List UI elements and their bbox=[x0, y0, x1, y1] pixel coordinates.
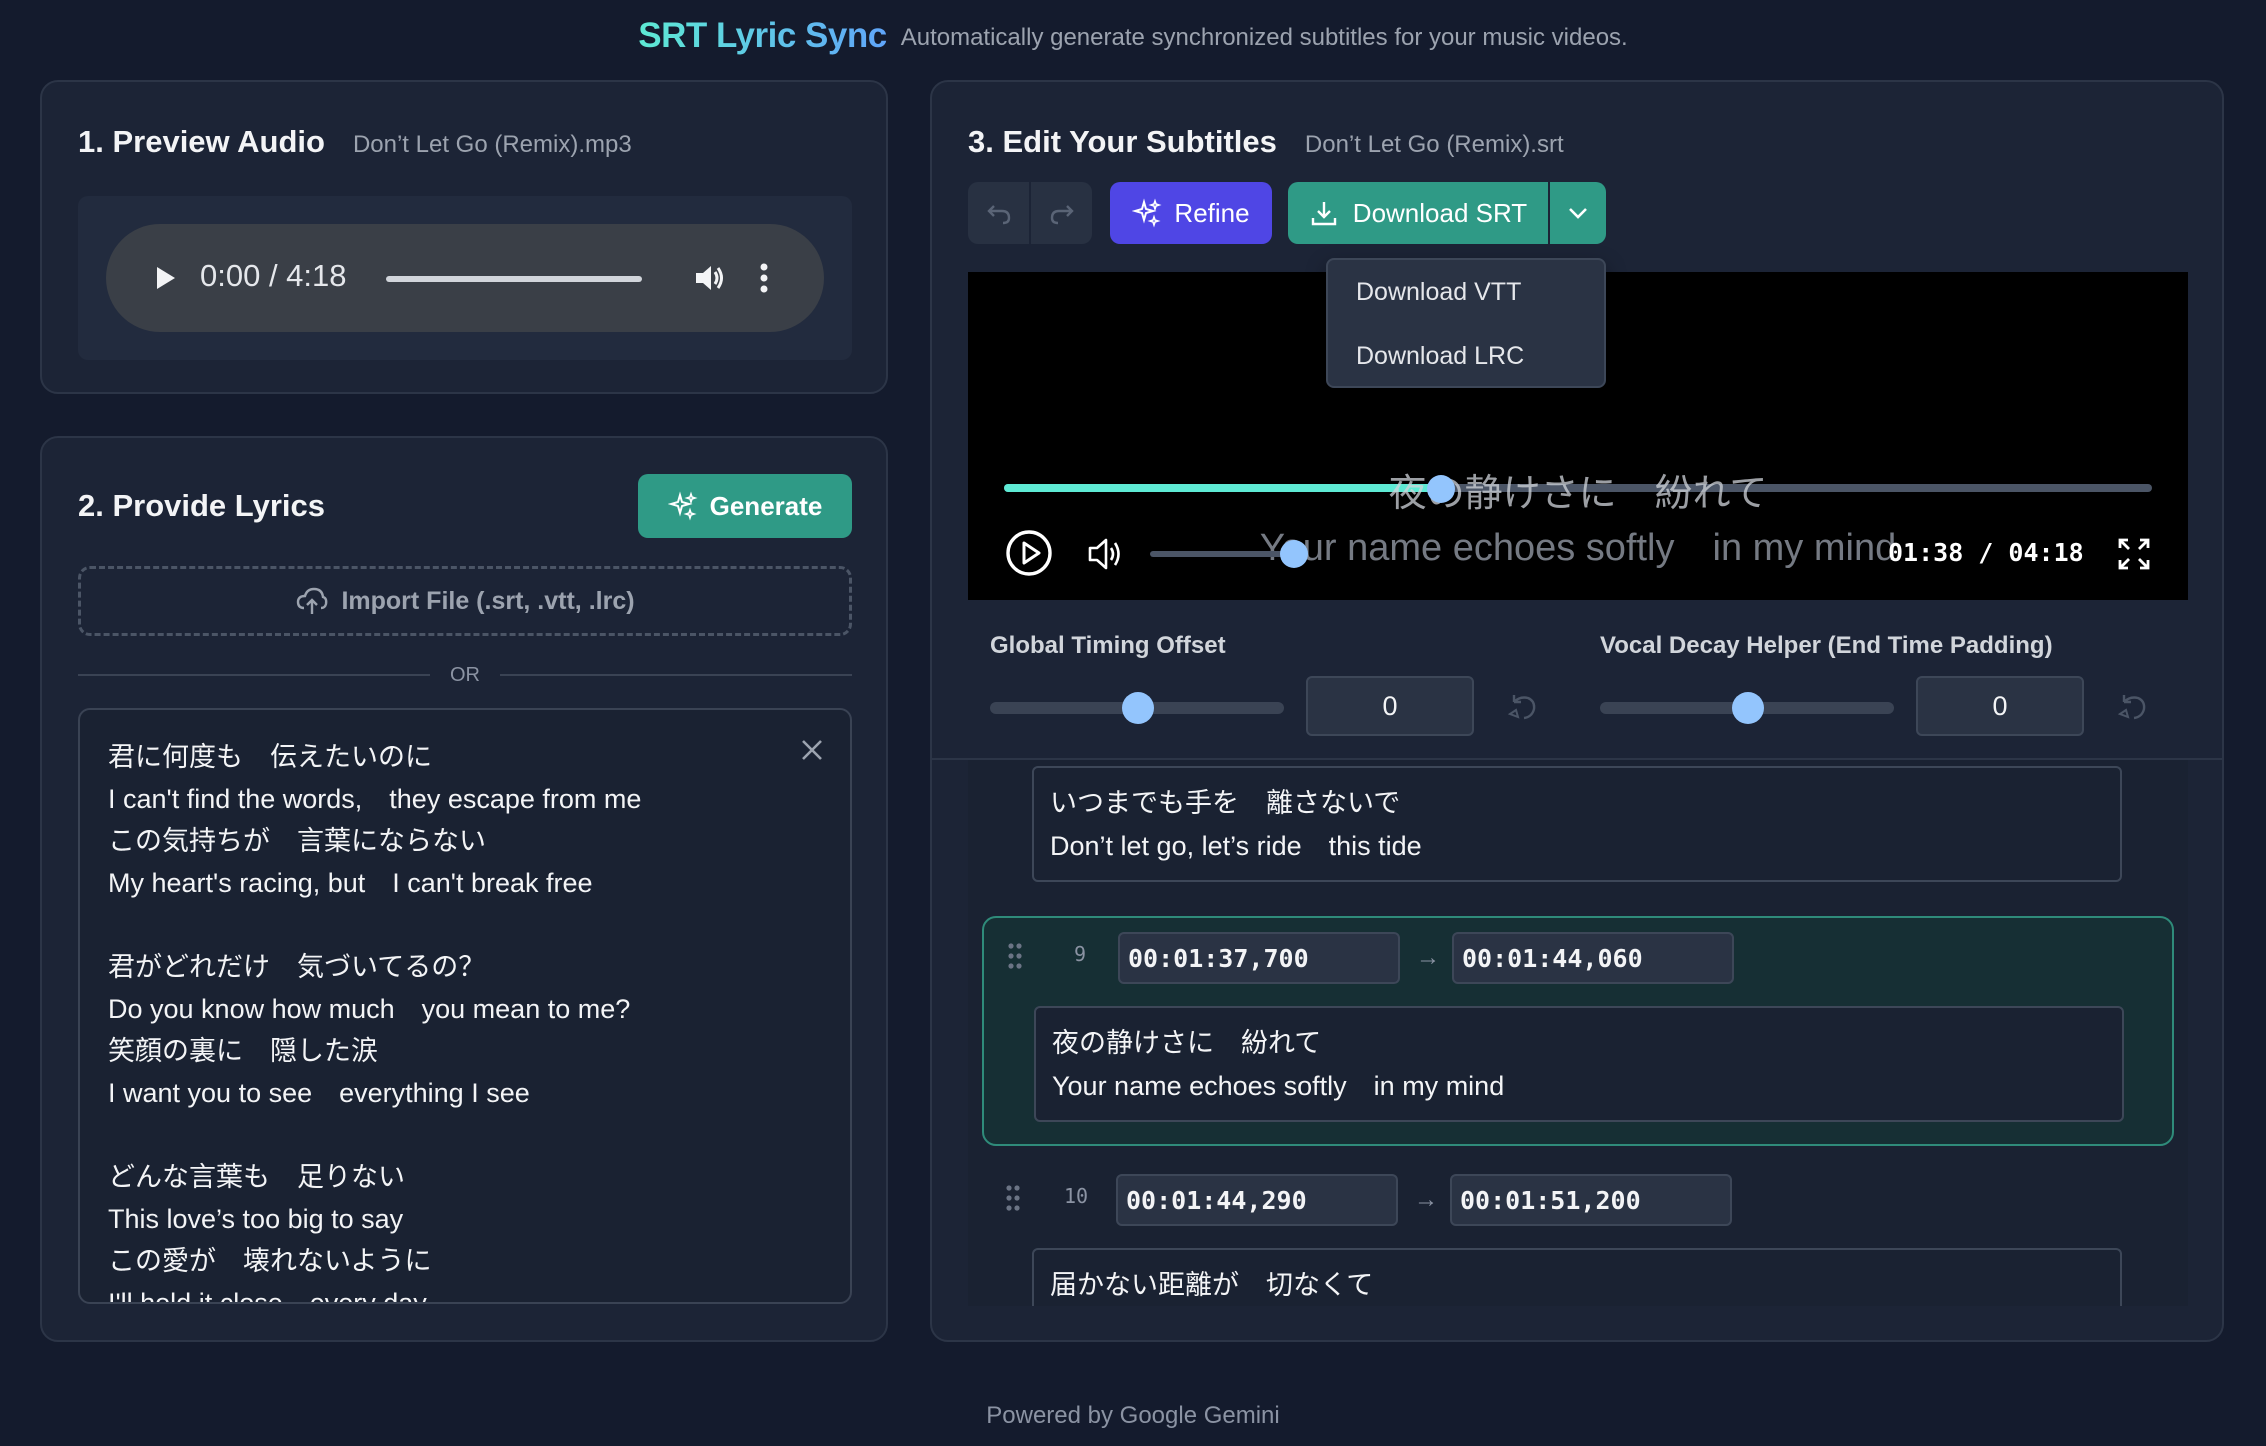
timing-controls: Global Timing Offset 0 Vocal Decay Helpe… bbox=[968, 600, 2188, 760]
audio-player: 0:00 / 4:18 bbox=[106, 224, 824, 332]
undo-button[interactable] bbox=[968, 182, 1031, 244]
arrow-right-icon: → bbox=[1416, 944, 1440, 971]
cue-end-time[interactable]: 00:01:51,200 bbox=[1450, 1174, 1732, 1226]
refine-label: Refine bbox=[1174, 197, 1250, 228]
reset-icon[interactable] bbox=[1506, 690, 1540, 724]
undo-icon bbox=[986, 205, 1010, 225]
audio-filename: Don’t Let Go (Remix).mp3 bbox=[352, 131, 632, 158]
download-srt-button[interactable]: Download SRT bbox=[1288, 182, 1548, 244]
generate-button[interactable]: Generate bbox=[638, 474, 852, 538]
app-tagline: Automatically generate synchronized subt… bbox=[900, 24, 1628, 51]
vocal-decay-label: Vocal Decay Helper (End Time Padding) bbox=[1600, 632, 2053, 659]
subtitle-cue-list: いつまでも手を 離さないで Don’t let go, let’s ride t… bbox=[968, 760, 2188, 1306]
sparkles-icon bbox=[1132, 198, 1162, 228]
download-srt-label: Download SRT bbox=[1352, 197, 1528, 228]
vocal-decay-handle[interactable] bbox=[1732, 692, 1764, 724]
lyrics-text[interactable]: 君に何度も 伝えたいのに I can't find the words, the… bbox=[108, 736, 808, 1302]
download-dropdown-menu: Download VTT Download LRC bbox=[1326, 258, 1606, 388]
drag-handle-icon[interactable] bbox=[1006, 942, 1024, 970]
cue-end-time[interactable]: 00:01:44,060 bbox=[1452, 932, 1734, 984]
vocal-decay-input[interactable]: 0 bbox=[1916, 676, 2084, 736]
generate-label: Generate bbox=[709, 490, 823, 521]
audio-player-container: 0:00 / 4:18 bbox=[78, 196, 852, 360]
volume-icon[interactable] bbox=[692, 260, 728, 296]
play-circle-icon[interactable] bbox=[1004, 528, 1054, 578]
preview-audio-panel: 1. Preview Audio Don’t Let Go (Remix).mp… bbox=[40, 80, 888, 394]
redo-button[interactable] bbox=[1031, 182, 1092, 244]
app-title: SRT Lyric Sync bbox=[638, 16, 887, 55]
global-offset-handle[interactable] bbox=[1122, 692, 1154, 724]
cue-number: 10 bbox=[1064, 1184, 1089, 1208]
app-header: SRT Lyric Sync Automatically generate sy… bbox=[0, 14, 2266, 58]
clear-lyrics-icon[interactable] bbox=[798, 736, 826, 764]
chevron-down-icon bbox=[1569, 208, 1587, 219]
preview-audio-title: 1. Preview Audio bbox=[78, 124, 325, 159]
fullscreen-icon[interactable] bbox=[2116, 536, 2152, 572]
drag-handle-icon[interactable] bbox=[1004, 1184, 1022, 1212]
video-time: 01:38 / 04:18 bbox=[1888, 538, 2084, 567]
audio-time: 0:00 / 4:18 bbox=[200, 258, 347, 293]
volume-icon[interactable] bbox=[1086, 534, 1126, 574]
edit-subtitles-title: 3. Edit Your Subtitles bbox=[968, 124, 1277, 159]
edit-subtitles-panel: 3. Edit Your Subtitles Don’t Let Go (Rem… bbox=[930, 80, 2224, 1342]
arrow-right-icon: → bbox=[1414, 1186, 1438, 1213]
refine-button[interactable]: Refine bbox=[1110, 182, 1272, 244]
cue-start-time[interactable]: 00:01:44,290 bbox=[1116, 1174, 1398, 1226]
audio-seek-bar[interactable] bbox=[386, 276, 642, 282]
reset-icon[interactable] bbox=[2116, 690, 2150, 724]
provide-lyrics-panel: 2. Provide Lyrics Generate Import File (… bbox=[40, 436, 888, 1342]
volume-handle[interactable] bbox=[1280, 540, 1308, 568]
import-file-button[interactable]: Import File (.srt, .vtt, .lrc) bbox=[78, 566, 852, 636]
download-options-toggle[interactable] bbox=[1550, 182, 1606, 244]
sparkles-icon bbox=[667, 491, 698, 521]
srt-filename: Don’t Let Go (Remix).srt bbox=[1304, 131, 1564, 158]
or-label: OR bbox=[450, 663, 480, 686]
download-vtt-item[interactable]: Download VTT bbox=[1356, 278, 1521, 307]
play-icon[interactable] bbox=[148, 262, 180, 294]
cue-number: 9 bbox=[1074, 942, 1087, 966]
download-icon bbox=[1311, 202, 1336, 226]
undo-redo-group bbox=[968, 182, 1092, 244]
redo-icon bbox=[1050, 205, 1074, 225]
footer-credit: Powered by Google Gemini bbox=[986, 1402, 1280, 1429]
cue-start-time[interactable]: 00:01:37,700 bbox=[1118, 932, 1400, 984]
cue-text-field[interactable]: いつまでも手を 離さないで Don’t let go, let’s ride t… bbox=[1032, 766, 2122, 882]
upload-cloud-icon bbox=[297, 587, 328, 614]
import-file-label: Import File (.srt, .vtt, .lrc) bbox=[341, 586, 635, 615]
lyrics-textarea[interactable]: 君に何度も 伝えたいのに I can't find the words, the… bbox=[78, 708, 852, 1304]
cue-text-field[interactable]: 夜の静けさに 紛れて Your name echoes softly in my… bbox=[1034, 1006, 2124, 1122]
cue-card-active: 9 00:01:37,700 → 00:01:44,060 夜の静けさに 紛れて… bbox=[982, 916, 2174, 1146]
cue-text-field[interactable]: 届かない距離が 切なくて bbox=[1032, 1248, 2122, 1306]
provide-lyrics-title: 2. Provide Lyrics bbox=[78, 488, 325, 523]
cue-card: 10 00:01:44,290 → 00:01:51,200 届かない距離が 切… bbox=[982, 1160, 2174, 1306]
download-lrc-item[interactable]: Download LRC bbox=[1356, 342, 1524, 371]
more-options-icon[interactable] bbox=[754, 260, 774, 296]
global-offset-input[interactable]: 0 bbox=[1306, 676, 1474, 736]
global-offset-label: Global Timing Offset bbox=[990, 632, 1226, 659]
subtitle-overlay-line1: 夜の静けさに 紛れて bbox=[1388, 473, 1768, 515]
or-divider: OR bbox=[78, 660, 852, 690]
